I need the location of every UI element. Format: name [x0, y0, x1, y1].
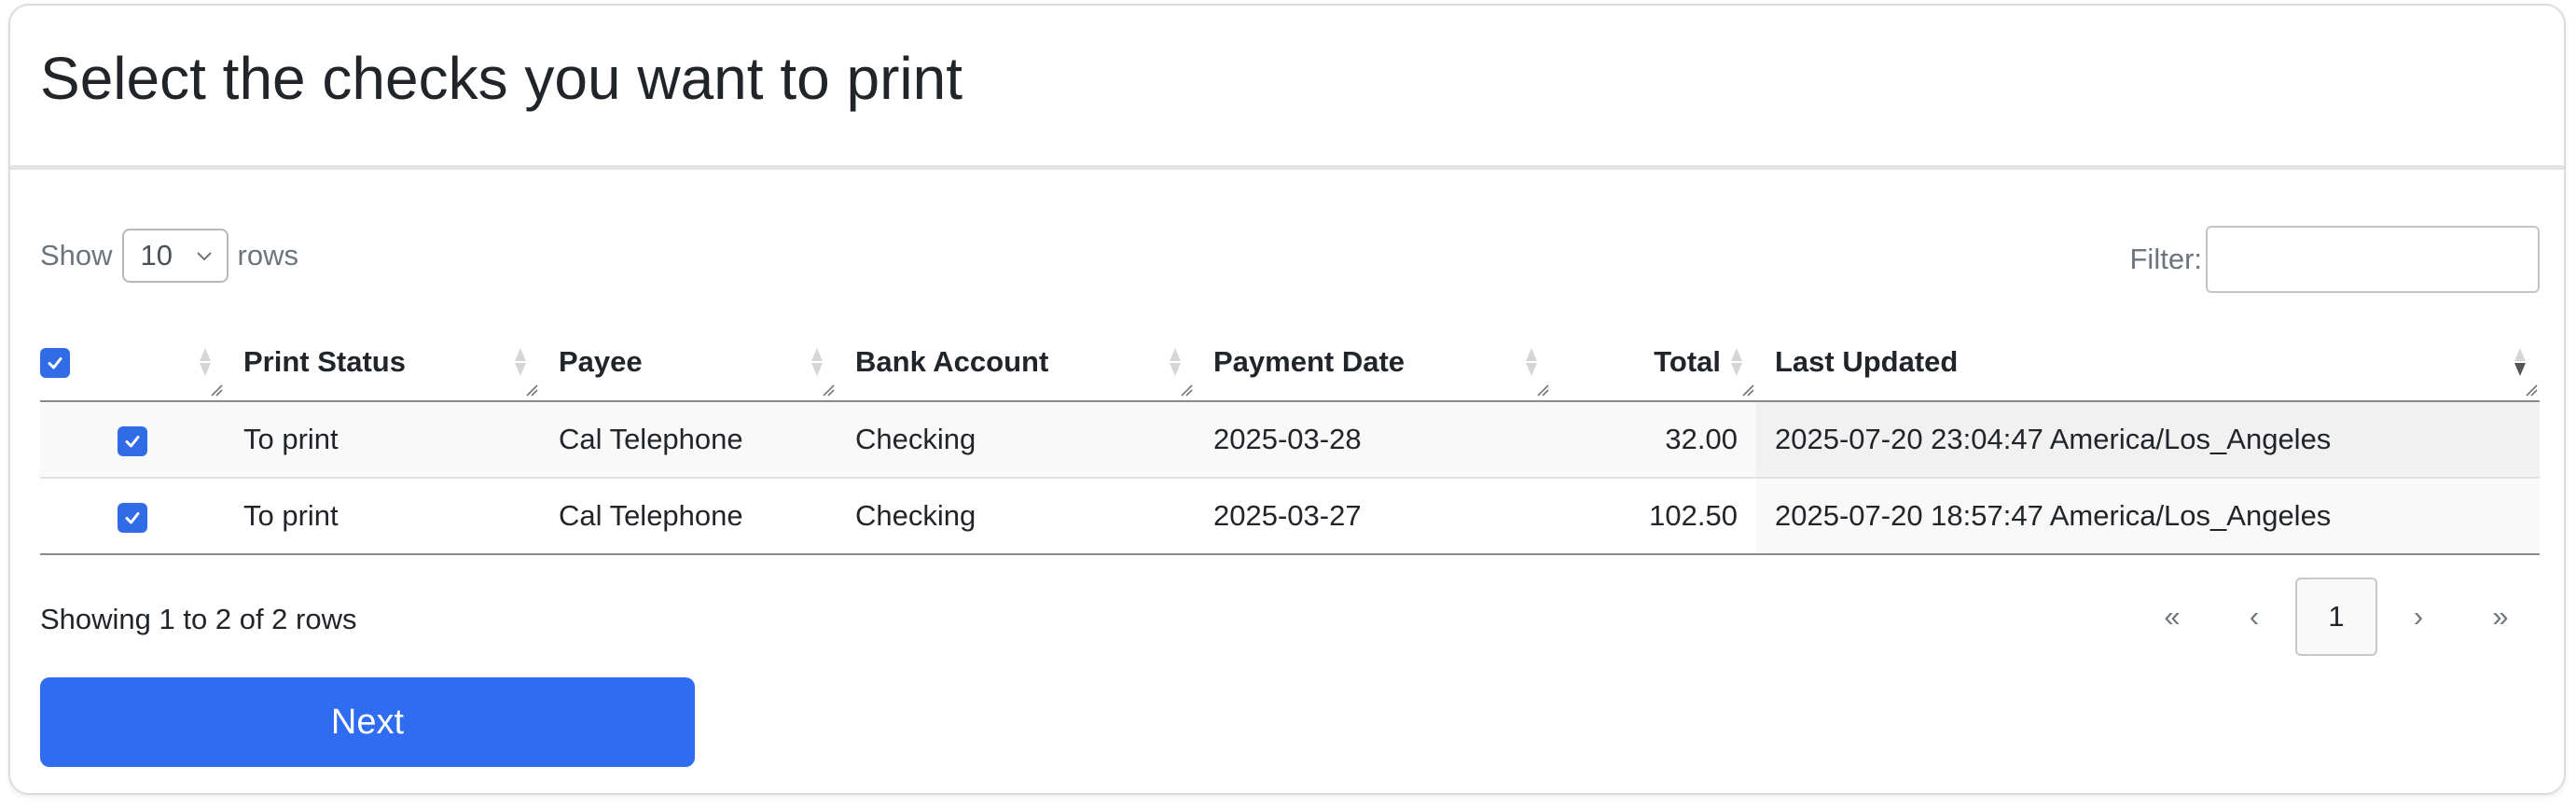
print-checks-card: Select the checks you want to print Show…: [8, 4, 2566, 795]
sort-both-icon: [515, 347, 526, 376]
filter-input[interactable]: [2206, 226, 2540, 293]
column-resize-icon[interactable]: [525, 383, 538, 397]
filter-label: Filter:: [2129, 243, 2203, 275]
checkmark-icon: [125, 511, 140, 524]
column-label: Payee: [559, 344, 643, 378]
checkmark-icon: [125, 435, 140, 448]
rows-per-page-value: 10: [140, 239, 173, 272]
cell-bank-account: Checking: [837, 401, 1195, 479]
page-length-control: Show 10 rows: [40, 228, 298, 284]
column-header-total[interactable]: Total: [1551, 323, 1756, 402]
column-label: Last Updated: [1775, 344, 1959, 378]
select-all-header[interactable]: [40, 323, 225, 402]
table-header-row: Print Status Payee Bank Account Payment …: [40, 323, 2540, 402]
table-controls: Show 10 rows Filter:: [40, 226, 2540, 293]
column-label: Payment Date: [1213, 344, 1406, 378]
table-row[interactable]: To print Cal Telephone Checking 2025-03-…: [40, 401, 2540, 479]
card-header: Select the checks you want to print: [10, 6, 2564, 170]
cell-total: 32.00: [1551, 401, 1756, 479]
cell-payment-date: 2025-03-28: [1195, 401, 1551, 479]
column-label: Print Status: [243, 344, 406, 378]
sort-both-icon: [1170, 347, 1181, 376]
cell-last-updated: 2025-07-20 18:57:47 America/Los_Angeles: [1756, 478, 2540, 555]
next-button[interactable]: Next: [40, 677, 695, 767]
column-header-last-updated[interactable]: Last Updated: [1756, 323, 2540, 402]
checkmark-icon: [48, 357, 62, 369]
sort-desc-icon: [2514, 347, 2526, 376]
cell-payee: Cal Telephone: [540, 478, 837, 555]
sort-both-icon: [1731, 347, 1742, 376]
pager-first-button[interactable]: «: [2131, 578, 2213, 656]
table-info: Showing 1 to 2 of 2 rows: [40, 603, 357, 635]
checks-table: Print Status Payee Bank Account Payment …: [40, 323, 2540, 555]
filter-control: Filter:: [2129, 226, 2540, 293]
column-resize-icon[interactable]: [822, 383, 835, 397]
column-label: Bank Account: [855, 344, 1049, 378]
column-resize-icon[interactable]: [1741, 383, 1754, 397]
column-resize-icon[interactable]: [1536, 383, 1549, 397]
rows-label: rows: [237, 239, 298, 272]
column-resize-icon[interactable]: [1180, 383, 1193, 397]
sort-both-icon: [1526, 347, 1537, 376]
select-all-checkbox[interactable]: [40, 348, 70, 379]
column-resize-icon[interactable]: [210, 383, 223, 397]
sort-both-icon: [811, 347, 823, 376]
column-header-payment-date[interactable]: Payment Date: [1195, 323, 1551, 402]
table-row[interactable]: To print Cal Telephone Checking 2025-03-…: [40, 478, 2540, 555]
column-resize-icon[interactable]: [2525, 383, 2538, 397]
rows-per-page-select[interactable]: 10: [121, 229, 229, 283]
cell-print-status: To print: [225, 401, 540, 479]
pager-page-button[interactable]: 1: [2295, 578, 2377, 656]
sort-both-icon: [200, 347, 211, 376]
column-label: Total: [1654, 344, 1721, 378]
pager-last-button[interactable]: »: [2459, 578, 2541, 656]
row-select-cell[interactable]: [40, 401, 225, 479]
pagination: « ‹ 1 › »: [2131, 577, 2541, 657]
cell-last-updated: 2025-07-20 23:04:47 America/Los_Angeles: [1756, 401, 2540, 479]
cell-payee: Cal Telephone: [540, 401, 837, 479]
column-header-bank-account[interactable]: Bank Account: [837, 323, 1195, 402]
column-header-payee[interactable]: Payee: [540, 323, 837, 402]
pager-next-button[interactable]: ›: [2377, 578, 2459, 656]
row-select-cell[interactable]: [40, 478, 225, 555]
show-label: Show: [40, 239, 113, 272]
page-title: Select the checks you want to print: [40, 45, 963, 112]
cell-bank-account: Checking: [837, 478, 1195, 555]
row-checkbox[interactable]: [118, 502, 147, 533]
row-checkbox[interactable]: [118, 425, 147, 456]
cell-total: 102.50: [1551, 478, 1756, 555]
chevron-down-icon: [196, 252, 212, 261]
pager-prev-button[interactable]: ‹: [2213, 578, 2295, 656]
cell-payment-date: 2025-03-27: [1195, 478, 1551, 555]
cell-print-status: To print: [225, 478, 540, 555]
column-header-print-status[interactable]: Print Status: [225, 323, 540, 402]
